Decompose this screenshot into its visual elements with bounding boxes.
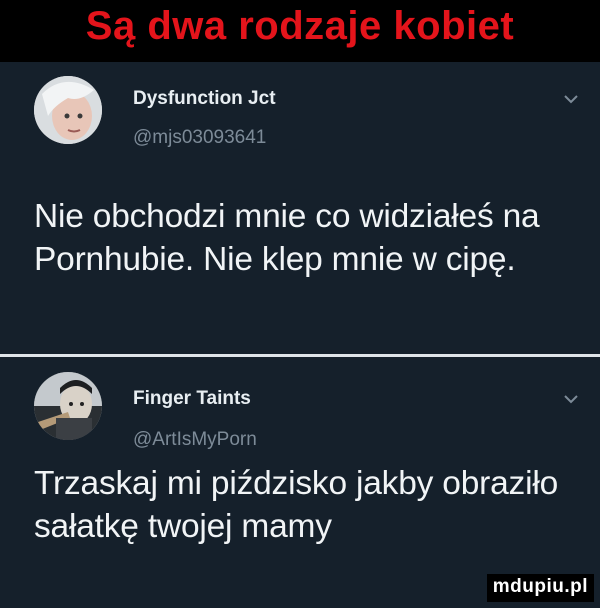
avatar-photo-icon — [34, 76, 102, 144]
tweet-text: Nie obchodzi mnie co widziałeś na Pornhu… — [34, 198, 540, 278]
watermark: mdupiu.pl — [486, 574, 594, 602]
banner-title: Są dwa rodzaje kobiet — [85, 4, 515, 48]
tweet-text: Trzaskaj mi piździsko jakby obraziło sał… — [34, 465, 559, 545]
chevron-down-icon[interactable] — [562, 392, 580, 406]
author-name[interactable]: Dysfunction Jct — [133, 88, 276, 110]
tweet-card: Finger Taints @ArtIsMyPorn Trzaskaj mi p… — [0, 358, 600, 608]
avatar[interactable] — [34, 76, 102, 144]
author-handle[interactable]: @ArtIsMyPorn — [133, 429, 257, 451]
avatar[interactable] — [34, 372, 102, 440]
author-name[interactable]: Finger Taints — [133, 388, 251, 410]
avatar-photo-icon — [34, 372, 102, 440]
author-handle[interactable]: @mjs03093641 — [133, 127, 266, 149]
chevron-down-icon[interactable] — [562, 92, 580, 106]
divider — [0, 354, 600, 357]
meme-banner: Są dwa rodzaje kobiet — [0, 0, 600, 62]
tweet-card: Dysfunction Jct @mjs03093641 Nie obchodz… — [0, 62, 600, 355]
